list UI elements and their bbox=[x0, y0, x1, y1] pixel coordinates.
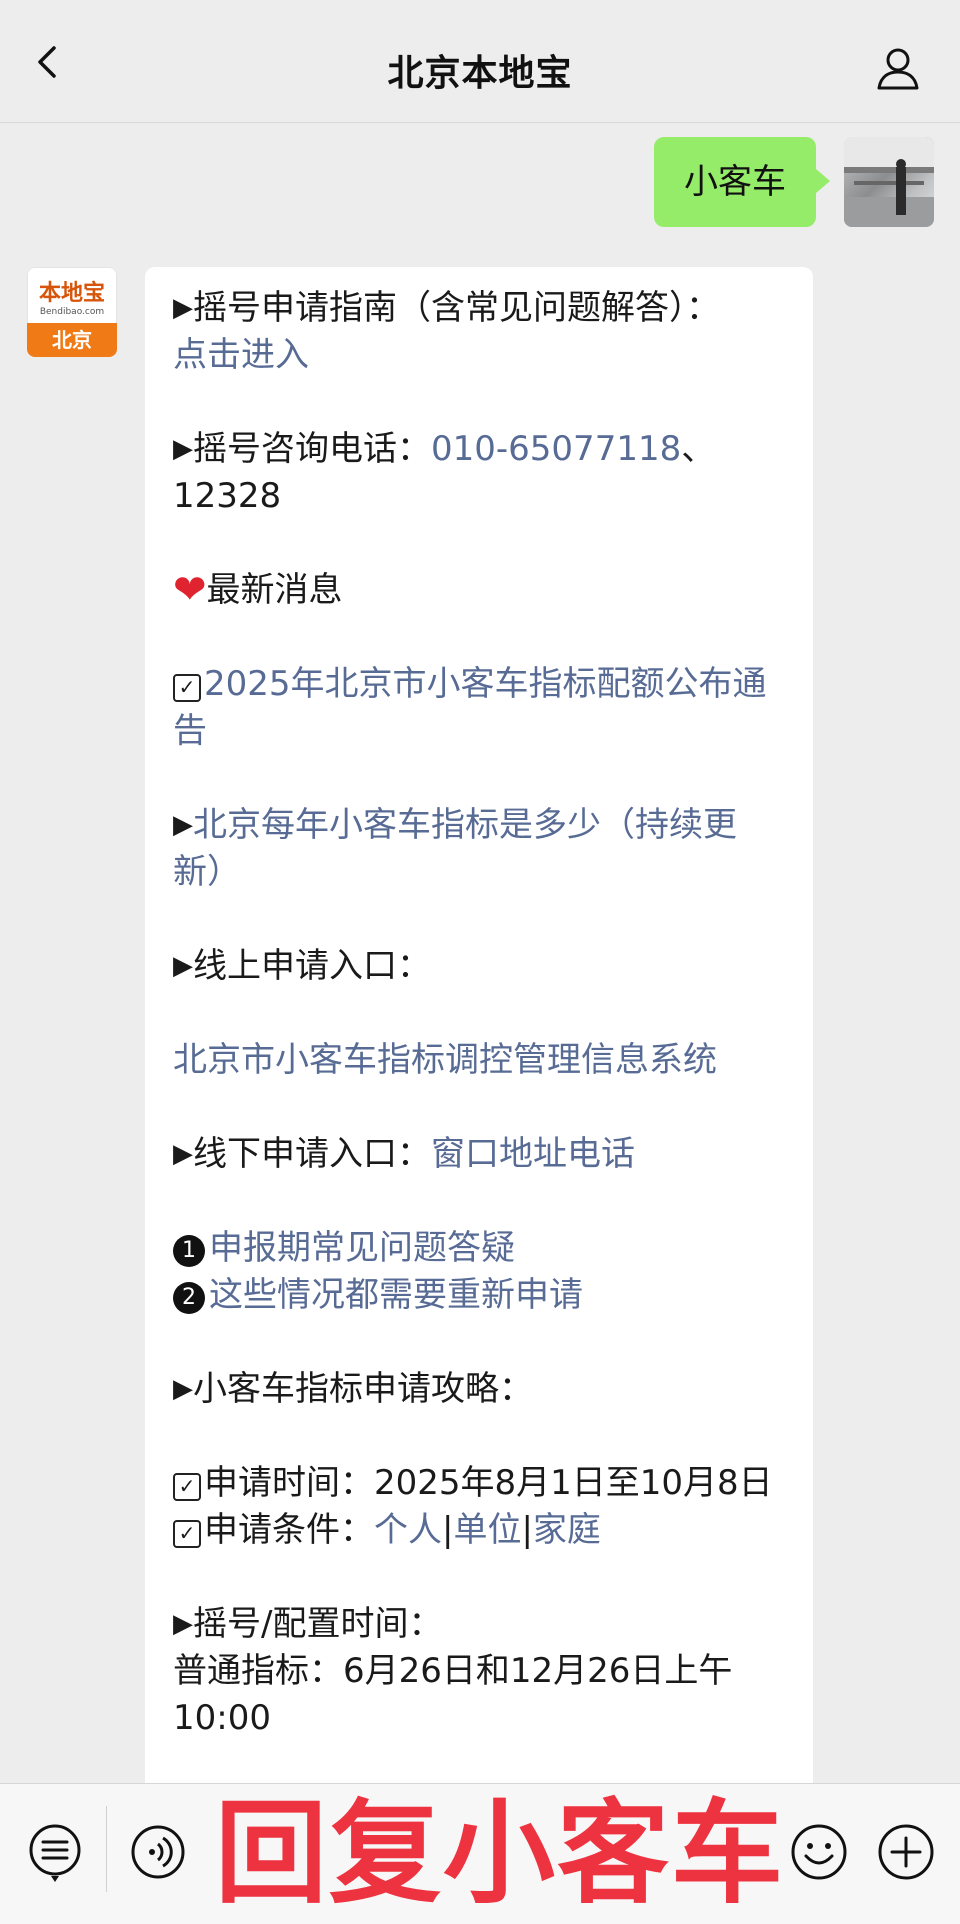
yearly-quota-paragraph: ▶北京每年小客车指标是多少（持续更新） bbox=[173, 802, 785, 896]
triangle-bullet-icon: ▶ bbox=[173, 810, 193, 840]
chat-area[interactable]: 小客车 本地宝 Bendibao.com 北京 ▶摇号申请指南（含常见问题解答）… bbox=[0, 123, 960, 1783]
toolbar-divider bbox=[106, 1806, 107, 1892]
number-two-icon: 2 bbox=[173, 1282, 205, 1314]
triangle-bullet-icon: ▶ bbox=[173, 1374, 193, 1404]
phone-paragraph: ▶摇号咨询电话：010-65077118、12328 bbox=[173, 429, 716, 516]
triangle-bullet-icon: ▶ bbox=[173, 293, 193, 323]
input-toolbar: 回复小客车 bbox=[0, 1783, 960, 1924]
faq-list: 1 申报期常见问题答疑 2 这些情况都需要重新申请 bbox=[173, 1225, 785, 1319]
avatar-logo-text: 本地宝 bbox=[38, 281, 105, 306]
bot-avatar[interactable]: 本地宝 Bendibao.com 北京 bbox=[27, 267, 117, 357]
latest-news-heading: ❤最新消息 bbox=[173, 567, 343, 613]
unit-link[interactable]: 单位 bbox=[453, 1510, 521, 1550]
lottery-time-paragraph: ▶摇号/配置时间： 普通指标：6月26日和12月26日上午10:00 bbox=[173, 1604, 733, 1738]
top-navigation-bar: 北京本地宝 bbox=[0, 0, 960, 123]
checkbox-icon: ✓ bbox=[173, 674, 201, 702]
reapply-link[interactable]: 这些情况都需要重新申请 bbox=[209, 1275, 583, 1315]
number-one-icon: 1 bbox=[173, 1235, 205, 1267]
avatar-logo-city: 北京 bbox=[27, 323, 117, 357]
avatar-logo-url: Bendibao.com bbox=[39, 307, 105, 317]
triangle-bullet-icon: ▶ bbox=[173, 1609, 193, 1639]
user-avatar[interactable] bbox=[844, 137, 934, 227]
reply-content: ▶摇号申请指南（含常见问题解答）： 点击进入 ▶摇号咨询电话：010-65077… bbox=[173, 285, 785, 1742]
plus-icon[interactable] bbox=[876, 1822, 936, 1882]
guide-link[interactable]: 点击进入 bbox=[173, 335, 309, 375]
triangle-bullet-icon: ▶ bbox=[173, 1139, 193, 1169]
strategy-heading: ▶小客车指标申请攻略： bbox=[173, 1369, 533, 1409]
guide-paragraph: ▶摇号申请指南（含常见问题解答）： 点击进入 bbox=[173, 288, 720, 375]
phone-link[interactable]: 010-65077118 bbox=[431, 429, 681, 469]
online-system-paragraph: 北京市小客车指标调控管理信息系统 bbox=[173, 1037, 785, 1084]
offline-address-link[interactable]: 窗口地址电话 bbox=[431, 1134, 635, 1174]
chat-title: 北京本地宝 bbox=[387, 53, 573, 94]
quota-notice-link[interactable]: 2025年北京市小客车指标配额公布通告 bbox=[173, 664, 767, 751]
avatar-photo bbox=[844, 137, 934, 227]
triangle-bullet-icon: ▶ bbox=[173, 951, 193, 981]
bot-reply-bubble: ▶摇号申请指南（含常见问题解答）： 点击进入 ▶摇号咨询电话：010-65077… bbox=[145, 267, 813, 1783]
heart-icon: ❤ bbox=[173, 567, 207, 613]
user-message-bubble[interactable]: 小客车 bbox=[654, 137, 830, 227]
online-system-link[interactable]: 北京市小客车指标调控管理信息系统 bbox=[173, 1040, 717, 1080]
yearly-quota-link[interactable]: 北京每年小客车指标是多少（持续更新） bbox=[173, 805, 737, 892]
voice-icon[interactable] bbox=[130, 1824, 186, 1880]
application-info-paragraph: ✓ 申请时间：2025年8月1日至10月8日 ✓ 申请条件：个人|单位|家庭 bbox=[173, 1460, 785, 1554]
quota-notice-paragraph: ✓ 2025年北京市小客车指标配额公布通告 bbox=[173, 661, 785, 755]
personal-link[interactable]: 个人 bbox=[374, 1510, 442, 1550]
triangle-bullet-icon: ▶ bbox=[173, 434, 193, 464]
emoji-icon[interactable] bbox=[789, 1822, 849, 1882]
checkbox-icon: ✓ bbox=[173, 1520, 201, 1548]
list-icon[interactable] bbox=[27, 1822, 83, 1886]
reply-keyword-overlay: 回复小客车 bbox=[215, 1789, 785, 1919]
user-icon[interactable] bbox=[874, 44, 922, 92]
faq-link[interactable]: 申报期常见问题答疑 bbox=[209, 1228, 515, 1268]
offline-entry-paragraph: ▶线下申请入口：窗口地址电话 bbox=[173, 1134, 635, 1174]
online-entry-heading: ▶线上申请入口： bbox=[173, 946, 431, 986]
family-link[interactable]: 家庭 bbox=[533, 1510, 601, 1550]
checkbox-icon: ✓ bbox=[173, 1473, 201, 1501]
